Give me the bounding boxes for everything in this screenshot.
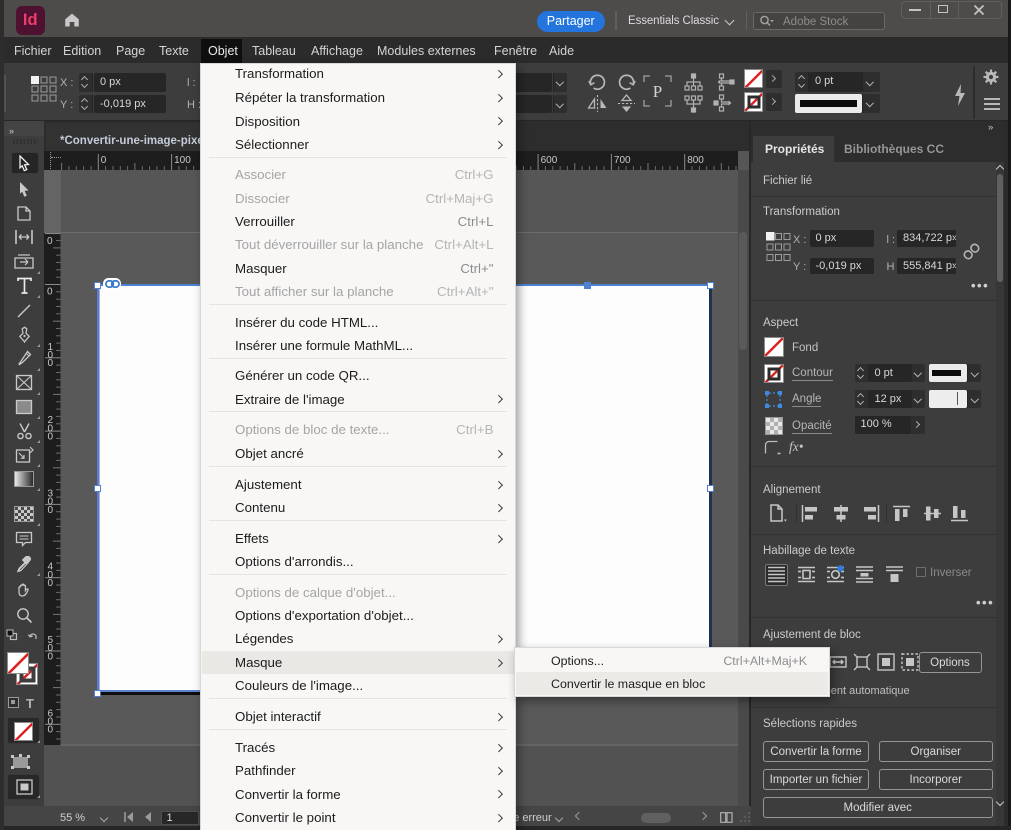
svg-text:0: 0 (47, 287, 53, 298)
svg-text:0: 0 (101, 155, 107, 166)
svg-text:500: 500 (48, 635, 54, 662)
svg-text:600: 600 (48, 708, 54, 735)
svg-text:100: 100 (48, 342, 54, 369)
svg-text:100: 100 (174, 155, 191, 166)
svg-text:0: 0 (47, 236, 53, 247)
svg-text:800: 800 (687, 155, 704, 166)
svg-text:400: 400 (48, 562, 54, 589)
svg-text:200: 200 (48, 415, 54, 442)
svg-text:300: 300 (48, 488, 54, 515)
svg-text:P: P (653, 82, 662, 101)
svg-text:700: 700 (614, 155, 631, 166)
svg-text:600: 600 (541, 155, 558, 166)
